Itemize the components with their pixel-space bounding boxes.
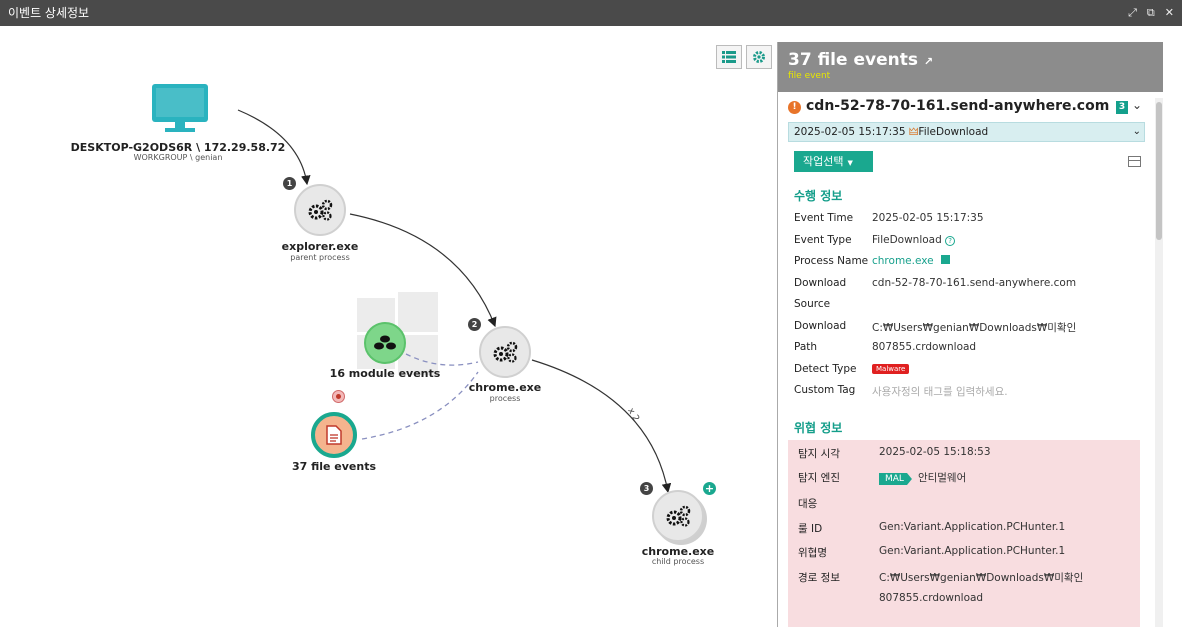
edge-chrome-child [531, 359, 672, 494]
table-view-icon[interactable] [1128, 156, 1141, 167]
exec-row: Download cdn-52-78-70-161.send-anywhere.c… [794, 277, 1077, 289]
panel-title: 37 file events [788, 50, 918, 70]
domain-count-badge: 3 [1116, 101, 1128, 114]
exec-row: Event Type FileDownload ? [794, 234, 1144, 254]
mal-tag: MAL [879, 473, 912, 485]
close-icon[interactable]: ✕ [1165, 0, 1174, 26]
expand-child-icon[interactable]: + [703, 482, 716, 495]
threat-info-heading: 위협 정보 [794, 421, 843, 435]
panel-subtitle: file event [788, 71, 831, 81]
event-select[interactable]: 2025-02-05 15:17:35 🜲FileDownload ⌄ [788, 122, 1145, 142]
open-process-icon[interactable] [940, 255, 950, 264]
edge-file-link [361, 371, 479, 440]
expand-icon[interactable]: ⤢ [1128, 0, 1137, 26]
window-title: 이벤트 상세정보 [8, 6, 90, 20]
exec-row: Download C:₩Users₩genian₩Downloads₩미확인 [794, 320, 1077, 334]
action-select-button[interactable]: 작업선택 ▼ [794, 151, 873, 172]
exec-row: Event Time 2025-02-05 15:17:35 [794, 212, 984, 224]
settings-button[interactable] [746, 45, 772, 69]
modules-icon [374, 335, 396, 350]
scrollbar-thumb[interactable] [1156, 102, 1162, 240]
gears-icon [308, 199, 333, 221]
step-badge-1: 1 [283, 177, 296, 190]
host-sub: WORKGROUP \ genian [133, 153, 223, 162]
child-chrome-node[interactable] [652, 490, 704, 542]
child-chrome-sub: child process [651, 557, 705, 566]
help-icon[interactable]: ? [945, 236, 956, 246]
domain-name: cdn-52-78-70-161.send-anywhere.com [806, 98, 1110, 114]
module-events-label: 16 module events [329, 367, 441, 380]
chrome-sub: process [489, 394, 521, 403]
host-monitor-icon[interactable] [152, 84, 208, 132]
process-link[interactable]: chrome.exe [872, 255, 934, 267]
gears-icon [493, 341, 518, 363]
panel-scrollbar[interactable] [1155, 98, 1163, 627]
exec-info-heading: 수행 정보 [794, 189, 843, 203]
file-events-label: 37 file events [291, 460, 377, 473]
step-badge-3: 3 [640, 482, 653, 495]
explorer-sub: parent process [290, 253, 350, 262]
chrome-node[interactable] [479, 326, 531, 378]
exec-row: Detect Type Malware [794, 363, 1144, 383]
explorer-label: explorer.exe [281, 240, 359, 253]
gear-icon [753, 51, 765, 63]
alert-dot-icon [332, 390, 345, 403]
module-events-node[interactable] [364, 322, 406, 364]
warning-icon: ! [788, 101, 801, 114]
popout-icon[interactable]: ⧉ [1147, 0, 1155, 26]
chrome-label: chrome.exe [468, 381, 542, 394]
download-type-icon: 🜲 [908, 126, 919, 138]
file-events-node[interactable] [311, 412, 357, 458]
exec-row: Process Name chrome.exe [794, 255, 1144, 275]
chevron-down-icon[interactable]: ⌄ [1132, 98, 1142, 112]
process-graph-canvas: DESKTOP-G2ODS6R \ 172.29.58.72 WORKGROUP… [0, 26, 776, 627]
explorer-node[interactable] [294, 184, 346, 236]
select-chevron-icon: ⌄ [1132, 126, 1141, 137]
list-icon [722, 51, 736, 63]
event-select-type: FileDownload [918, 126, 989, 138]
gears-icon [666, 505, 691, 527]
external-link-icon[interactable]: ↗ [924, 55, 933, 68]
window-titlebar: 이벤트 상세정보 ⤢ ⧉ ✕ [0, 0, 1182, 26]
detail-panel: 37 file events ↗ file event ! cdn-52-78-… [777, 42, 1163, 627]
exec-row: Path 807855.crdownload [794, 341, 977, 353]
exec-row: Source [794, 298, 831, 310]
domain-group-row[interactable]: ! cdn-52-78-70-161.send-anywhere.com 3 ⌄ [788, 98, 1144, 118]
list-view-button[interactable] [716, 45, 742, 69]
panel-header: 37 file events ↗ file event [778, 42, 1163, 92]
file-icon [326, 425, 342, 445]
malware-badge: Malware [872, 364, 910, 374]
exec-row: Custom Tag 사용자정의 태그를 입력하세요. [794, 384, 1008, 399]
event-select-time: 2025-02-05 15:17:35 [794, 126, 909, 138]
custom-tag-input[interactable]: 사용자정의 태그를 입력하세요. [872, 384, 1008, 399]
threat-info-box: 탐지 시각 2025-02-05 15:18:53 탐지 엔진 MAL 안티멀웨어 대… [788, 440, 1140, 627]
step-badge-2: 2 [468, 318, 481, 331]
